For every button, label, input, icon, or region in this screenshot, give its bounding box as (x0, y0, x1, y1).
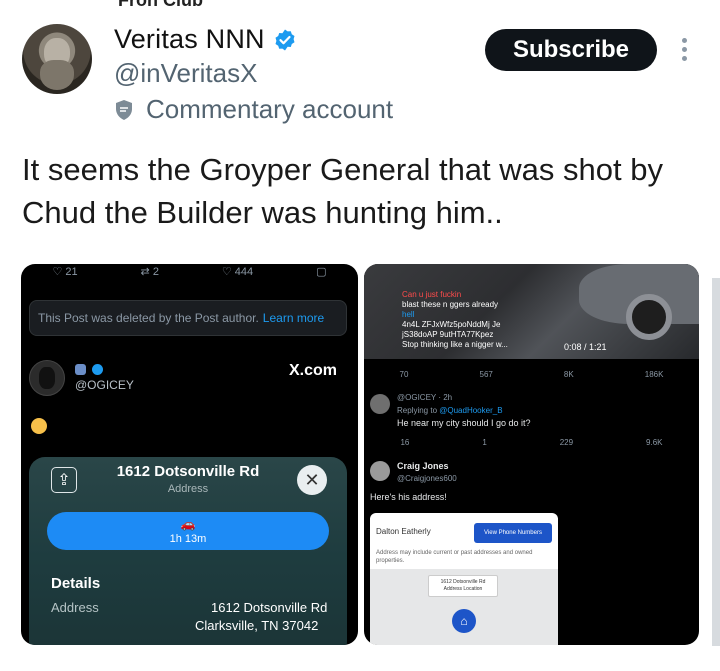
craig-text: Here's his address! (370, 492, 447, 502)
craig-avatar (370, 461, 390, 481)
thinking-emoji-icon (31, 418, 47, 434)
quoted-handle: @OGICEY (75, 378, 134, 392)
bookmark-icon: ▢ (316, 265, 327, 278)
subscribe-button[interactable]: Subscribe (485, 29, 657, 71)
craig-handle: @Craigjones600 (397, 474, 457, 483)
details-address-label: Address (51, 600, 99, 615)
post-text: It seems the Groyper General that was sh… (22, 152, 663, 230)
repost-count: ⇄ 2 (140, 265, 159, 278)
scrollbar[interactable] (712, 278, 720, 646)
details-address-line2: Clarksville, TN 37042 (195, 618, 319, 633)
replying-to: Replying to @QuadHooker_B (397, 406, 503, 415)
avatar-beard (40, 60, 74, 90)
screenshot-action-bar: ♡ 21 ⇄ 2 ♡ 444 ▢ (21, 264, 358, 278)
verified-badge-icon (275, 29, 295, 50)
quoted-avatar (29, 360, 65, 396)
author-display-name[interactable]: Veritas NNN (114, 24, 265, 55)
share-icon: ⇪ (51, 467, 77, 493)
reply-handle: @OGICEY · 2h (397, 393, 453, 402)
reply-text: He near my city should I go do it? (397, 418, 531, 428)
post-header: Veritas NNN @inVeritasX Commentary accou… (22, 24, 702, 124)
xcom-label: X.com (289, 362, 338, 379)
route-time: 1h 13m (169, 533, 207, 545)
reply-count: ♡ 21 (52, 265, 78, 278)
commentary-account-label: Commentary account (114, 94, 393, 125)
media-image-left[interactable]: ♡ 21 ⇄ 2 ♡ 444 ▢ This Post was deleted b… (21, 264, 358, 645)
home-pin-icon: ⌂ (452, 609, 476, 633)
route-button: 🚗 1h 13m (47, 512, 329, 550)
lookup-name: Dalton Eatherly (376, 527, 431, 536)
author-name-row: Veritas NNN (114, 24, 297, 55)
craig-name: Craig Jones (397, 461, 449, 471)
like-count: ♡ 444 (221, 265, 254, 278)
author-handle[interactable]: @inVeritasX (114, 58, 257, 89)
lookup-tooltip: 1612 Dotsonville Rd Address Location (428, 575, 498, 597)
close-icon: ✕ (297, 465, 327, 495)
more-options-icon[interactable] (680, 38, 688, 64)
address-lookup-card: Dalton Eatherly View Phone Numbers Addre… (370, 513, 558, 645)
quoted-badges (75, 364, 103, 375)
shield-icon (116, 99, 132, 120)
video-timestamp: 0:08 / 1:21 (564, 342, 607, 352)
learn-more-link: Learn more (262, 311, 325, 325)
media-image-right[interactable]: Can u just fuckin blast these n ggers al… (364, 264, 699, 645)
reply-avatar (370, 394, 390, 414)
view-phone-button: View Phone Numbers (474, 523, 552, 543)
deleted-post-notice: This Post was deleted by the Post author… (29, 300, 347, 336)
commentary-text: Commentary account (146, 94, 394, 124)
wheel-shape (626, 294, 672, 340)
lookup-note: Address may include current or past addr… (376, 550, 533, 564)
author-avatar[interactable] (22, 24, 92, 94)
screenshot-action-row-2: 16 1 229 9.6K (400, 438, 663, 447)
map-address-card: 1612 Dotsonville Rd Address ⇪ ✕ 🚗 1h 13m… (29, 457, 347, 645)
details-title: Details (51, 575, 101, 592)
cut-off-header-text: Fron Club (118, 0, 203, 10)
details-address-line1: 1612 Dotsonville Rd (211, 600, 328, 615)
car-icon: 🚗 (180, 517, 196, 531)
screenshot-action-row-1: 70 567 8K 186K (399, 370, 664, 379)
video-caption: Can u just fuckin blast these n ggers al… (402, 290, 508, 349)
